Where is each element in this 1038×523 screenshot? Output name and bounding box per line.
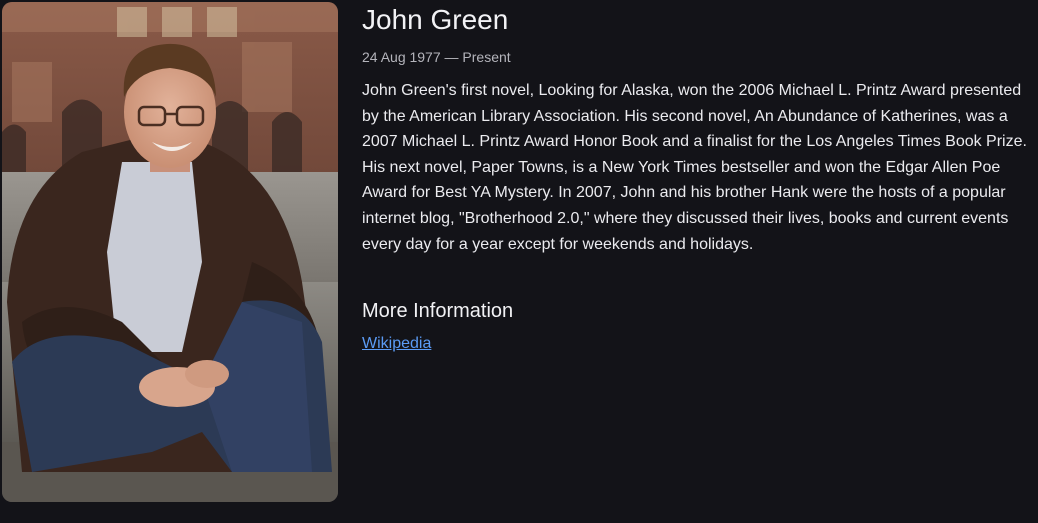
author-name: John Green [362, 4, 509, 35]
more-information-heading: More Information [362, 300, 514, 322]
author-page: John Green 24 Aug 1977 — Present John Gr… [0, 0, 1038, 523]
wikipedia-link[interactable]: Wikipedia [362, 334, 431, 354]
author-photo [2, 2, 338, 502]
author-dates: 24 Aug 1977 — Present [362, 49, 511, 65]
author-bio: John Green's first novel, Looking for Al… [362, 82, 1027, 253]
